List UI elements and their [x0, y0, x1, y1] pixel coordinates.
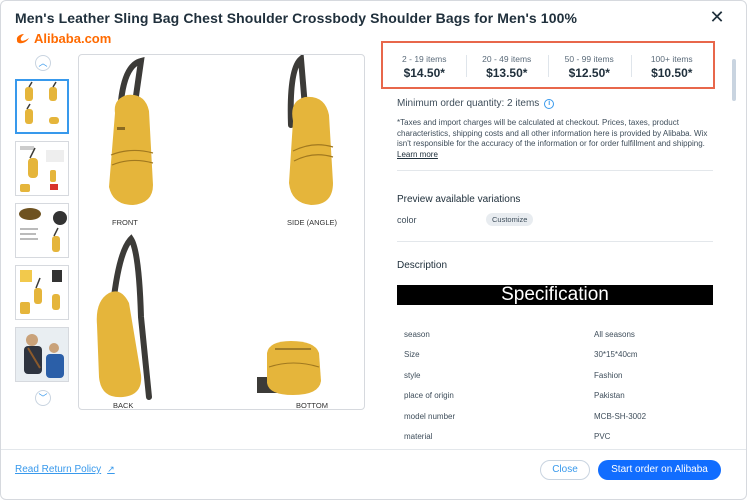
tier-range: 50 - 99 items: [564, 54, 614, 64]
divider: [397, 170, 713, 171]
alibaba-logo-icon: [16, 34, 29, 44]
thumbnail-4[interactable]: [15, 265, 69, 320]
thumbnail-image: [16, 328, 68, 381]
scrollbar-thumb[interactable]: [732, 59, 736, 101]
customize-chip[interactable]: Customize: [486, 213, 534, 226]
thumbnail-5[interactable]: [15, 327, 69, 382]
product-preview-modal: Men's Leather Sling Bag Chest Shoulder C…: [0, 0, 747, 500]
price-tier: 20 - 49 items $13.50*: [465, 43, 549, 87]
thumbnail-2[interactable]: [15, 141, 69, 196]
spec-key: place of origin: [404, 391, 454, 400]
spec-key: Size: [404, 350, 420, 359]
start-order-button[interactable]: Start order on Alibaba: [598, 460, 721, 480]
alibaba-logo: Alibaba.com: [15, 29, 111, 47]
price-tier: 50 - 99 items $12.50*: [548, 43, 631, 87]
price-tier: 2 - 19 items $14.50*: [383, 43, 466, 87]
tier-price: $14.50*: [403, 66, 445, 80]
tier-price: $13.50*: [486, 66, 528, 80]
image-label-side: SIDE (ANGLE): [287, 218, 338, 227]
product-title: Men's Leather Sling Bag Chest Shoulder C…: [15, 10, 578, 26]
close-button[interactable]: Close: [540, 460, 590, 480]
thumbnail-1[interactable]: [15, 79, 69, 134]
product-details-panel[interactable]: 2 - 19 items $14.50* 20 - 49 items $13.5…: [381, 39, 721, 449]
tier-range: 20 - 49 items: [482, 54, 532, 64]
moq-text: Minimum order quantity: 2 items: [397, 98, 540, 109]
chevron-down-icon: ﹀: [38, 393, 48, 403]
spec-key: season: [404, 330, 430, 339]
spec-value: MCB-SH-3002: [594, 412, 647, 421]
tier-range: 2 - 19 items: [402, 54, 447, 64]
info-icon[interactable]: i: [544, 98, 555, 109]
external-link-icon: ↗: [107, 464, 115, 474]
spec-key: model number: [404, 412, 456, 421]
tier-range: 100+ items: [650, 54, 693, 64]
specification-banner: Specification: [397, 285, 713, 305]
variations-title: Preview available variations: [397, 194, 521, 205]
thumbnail-image: [19, 208, 67, 252]
learn-more-link[interactable]: Learn more: [397, 150, 438, 159]
main-product-image: FRONT SIDE (ANGLE) BACK BOTTOM: [78, 54, 365, 410]
thumbnail-3[interactable]: [15, 203, 69, 258]
disclaimer-text: *Taxes and import charges will be calcul…: [397, 118, 708, 148]
price-tiers: 2 - 19 items $14.50* 20 - 49 items $13.5…: [381, 41, 715, 89]
image-label-back: BACK: [113, 401, 134, 410]
footer-divider: [1, 449, 746, 450]
image-label-bottom: BOTTOM: [296, 401, 328, 410]
return-policy-link[interactable]: Read Return Policy ↗: [15, 464, 115, 475]
thumbnail-down-button[interactable]: ﹀: [35, 390, 51, 406]
spec-value: All seasons: [594, 330, 635, 339]
brand-name: Alibaba.com: [34, 30, 112, 46]
thumbnail-image: [20, 146, 64, 192]
image-label-front: FRONT: [112, 218, 138, 227]
price-tier: 100+ items $10.50*: [630, 43, 714, 87]
thumbnail-up-button[interactable]: ︿: [35, 55, 51, 71]
spec-value: PVC: [594, 432, 611, 441]
return-policy-label: Read Return Policy: [15, 464, 102, 475]
chevron-up-icon: ︿: [38, 58, 48, 68]
thumbnail-image: [25, 81, 59, 124]
minimum-order-quantity: Minimum order quantity: 2 items i: [397, 98, 555, 109]
divider: [397, 241, 713, 242]
spec-value: Fashion: [594, 371, 623, 380]
spec-value: 30*15*40cm: [594, 350, 638, 359]
tier-price: $10.50*: [651, 66, 693, 80]
variation-color-label: color: [397, 215, 417, 225]
spec-value: Pakistan: [594, 391, 625, 400]
product-photo: [96, 55, 334, 400]
disclaimer: *Taxes and import charges will be calcul…: [397, 118, 715, 160]
spec-key: style: [404, 371, 421, 380]
description-title: Description: [397, 260, 448, 271]
close-icon[interactable]: ✕: [706, 7, 728, 29]
thumbnail-image: [20, 270, 62, 314]
tier-price: $12.50*: [568, 66, 610, 80]
spec-key: material: [404, 432, 433, 441]
